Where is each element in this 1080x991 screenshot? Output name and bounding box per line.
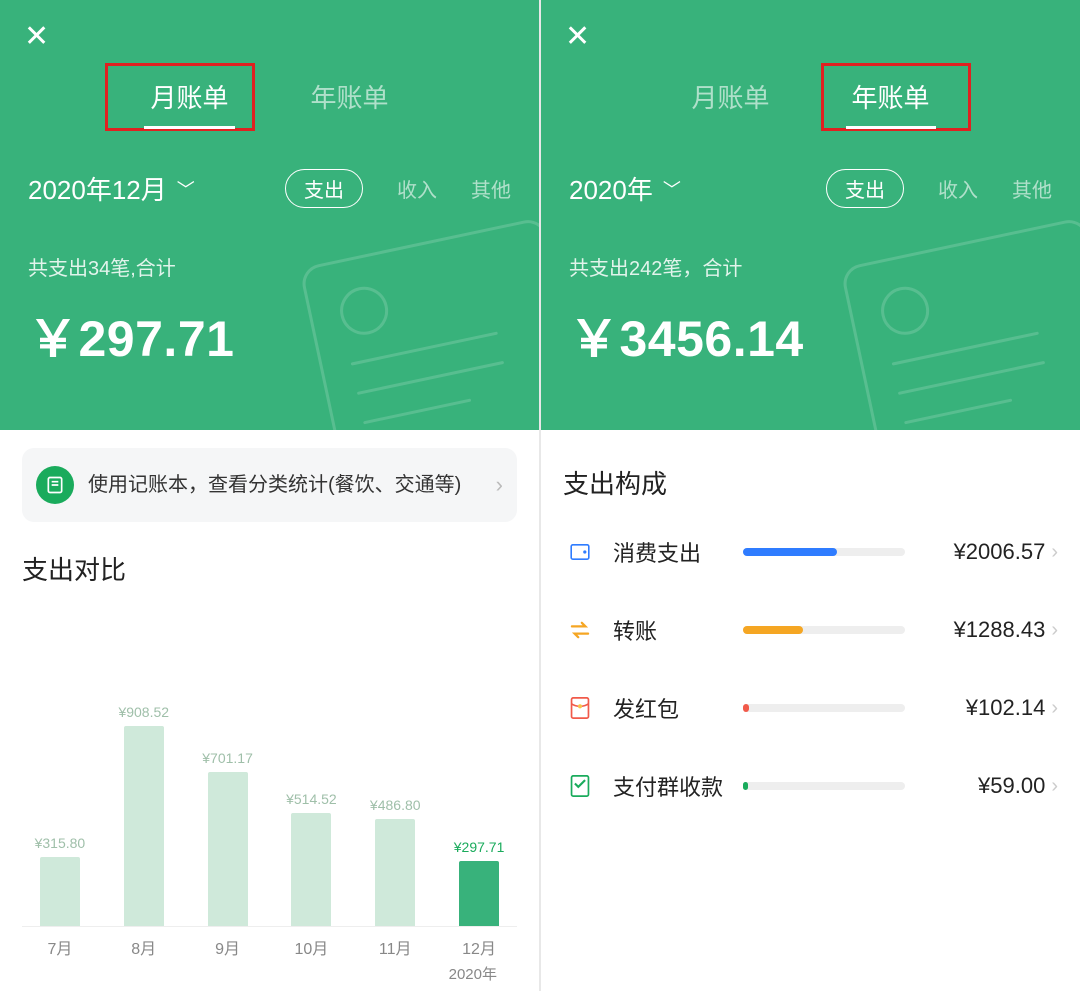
wallet-icon bbox=[563, 535, 597, 569]
bill-type-tabs: 月账单 年账单 bbox=[0, 0, 539, 129]
progress-track bbox=[743, 782, 905, 790]
bar-rect bbox=[124, 726, 164, 926]
expense-bar-chart: ¥315.80 ¥908.52 ¥701.17 ¥514.52 ¥486.80 ¥297.… bbox=[22, 627, 517, 927]
pill-expense[interactable]: 支出 bbox=[285, 169, 363, 208]
chart-bar[interactable]: ¥701.17 bbox=[198, 750, 258, 926]
composition-row[interactable]: 发红包 ¥102.14 › bbox=[563, 669, 1058, 747]
decorative-card-icon bbox=[319, 240, 539, 430]
pill-other[interactable]: 其他 bbox=[471, 174, 511, 203]
monthly-pane: ✕ 月账单 年账单 2020年12月 ﹀ 支出 收入 其他 共支出34笔,合计 bbox=[0, 0, 539, 991]
bill-type-tabs: 月账单 年账单 bbox=[541, 0, 1080, 129]
bar-value-label: ¥315.80 bbox=[35, 835, 86, 851]
axis-tick-label: 10月 bbox=[281, 935, 341, 959]
category-name: 转账 bbox=[613, 614, 723, 646]
progress-fill bbox=[743, 626, 803, 634]
chart-bar[interactable]: ¥297.71 bbox=[449, 839, 509, 926]
composition-row[interactable]: 支付群收款 ¥59.00 › bbox=[563, 747, 1058, 825]
axis-tick-label: 12月 bbox=[449, 935, 509, 959]
ledger-promo-banner[interactable]: 使用记账本，查看分类统计(餐饮、交通等) › bbox=[22, 448, 517, 522]
category-amount: ¥2006.57 bbox=[925, 539, 1045, 565]
bar-value-label: ¥297.71 bbox=[454, 839, 505, 855]
bar-value-label: ¥514.52 bbox=[286, 791, 337, 807]
tab-monthly[interactable]: 月账单 bbox=[144, 78, 234, 129]
chart-x-axis: 7月 8月 9月 10月 11月 12月 bbox=[22, 927, 517, 959]
category-amount: ¥1288.43 bbox=[925, 617, 1045, 643]
progress-track bbox=[743, 548, 905, 556]
progress-fill bbox=[743, 782, 748, 790]
chevron-right-icon: › bbox=[1051, 541, 1058, 564]
period-label: 2020年12月 bbox=[28, 170, 167, 207]
period-label: 2020年 bbox=[569, 170, 653, 207]
axis-tick-label: 11月 bbox=[365, 935, 425, 959]
category-name: 消费支出 bbox=[613, 536, 723, 568]
chevron-right-icon: › bbox=[496, 472, 503, 498]
bar-value-label: ¥486.80 bbox=[370, 797, 421, 813]
composition-list: 消费支出¥2006.57›转账¥1288.43›发红包¥102.14›支付群收款… bbox=[563, 513, 1058, 825]
category-name: 支付群收款 bbox=[613, 770, 723, 802]
composition-row[interactable]: 转账 ¥1288.43 › bbox=[563, 591, 1058, 669]
chart-bar[interactable]: ¥908.52 bbox=[114, 704, 174, 926]
chevron-down-icon: ﹀ bbox=[663, 176, 681, 202]
axis-tick-label: 8月 bbox=[114, 935, 174, 959]
chart-year-label: 2020年 bbox=[22, 963, 517, 984]
bar-value-label: ¥908.52 bbox=[118, 704, 169, 720]
close-icon[interactable]: ✕ bbox=[565, 22, 590, 52]
yearly-header: ✕ 月账单 年账单 2020年 ﹀ 支出 收入 其他 共支出242笔，合计 bbox=[541, 0, 1080, 430]
hongbao-icon bbox=[563, 691, 597, 725]
expense-composition-title: 支出构成 bbox=[563, 464, 1058, 501]
category-amount: ¥102.14 bbox=[925, 695, 1045, 721]
ledger-icon bbox=[36, 466, 74, 504]
progress-fill bbox=[743, 548, 837, 556]
progress-fill bbox=[743, 704, 749, 712]
bar-rect bbox=[291, 813, 331, 926]
promo-text: 使用记账本，查看分类统计(餐饮、交通等) bbox=[88, 471, 461, 499]
bar-rect bbox=[459, 861, 499, 926]
tab-yearly[interactable]: 年账单 bbox=[846, 78, 936, 129]
chart-bar[interactable]: ¥315.80 bbox=[30, 835, 90, 926]
progress-track bbox=[743, 704, 905, 712]
group-icon bbox=[563, 769, 597, 803]
close-icon[interactable]: ✕ bbox=[24, 22, 49, 52]
composition-row[interactable]: 消费支出 ¥2006.57 › bbox=[563, 513, 1058, 591]
tab-monthly[interactable]: 月账单 bbox=[685, 78, 775, 129]
bar-rect bbox=[40, 857, 80, 926]
bar-rect bbox=[375, 819, 415, 926]
axis-tick-label: 9月 bbox=[198, 935, 258, 959]
decorative-card-icon bbox=[860, 240, 1080, 430]
pill-expense[interactable]: 支出 bbox=[826, 169, 904, 208]
bar-rect bbox=[208, 772, 248, 926]
chevron-right-icon: › bbox=[1051, 697, 1058, 720]
period-selector[interactable]: 2020年12月 ﹀ bbox=[28, 170, 195, 207]
bar-value-label: ¥701.17 bbox=[202, 750, 253, 766]
transfer-icon bbox=[563, 613, 597, 647]
category-amount: ¥59.00 bbox=[925, 773, 1045, 799]
yearly-pane: ✕ 月账单 年账单 2020年 ﹀ 支出 收入 其他 共支出242笔，合计 bbox=[539, 0, 1080, 991]
monthly-header: ✕ 月账单 年账单 2020年12月 ﹀ 支出 收入 其他 共支出34笔,合计 bbox=[0, 0, 539, 430]
period-selector[interactable]: 2020年 ﹀ bbox=[569, 170, 681, 207]
tab-yearly[interactable]: 年账单 bbox=[305, 78, 395, 129]
chevron-right-icon: › bbox=[1051, 619, 1058, 642]
chevron-right-icon: › bbox=[1051, 775, 1058, 798]
axis-tick-label: 7月 bbox=[30, 935, 90, 959]
chart-bar[interactable]: ¥486.80 bbox=[365, 797, 425, 926]
pill-income[interactable]: 收入 bbox=[397, 174, 437, 203]
progress-track bbox=[743, 626, 905, 634]
pill-other[interactable]: 其他 bbox=[1012, 174, 1052, 203]
category-name: 发红包 bbox=[613, 692, 723, 724]
expense-compare-title: 支出对比 bbox=[22, 550, 517, 587]
chart-bar[interactable]: ¥514.52 bbox=[281, 791, 341, 926]
pill-income[interactable]: 收入 bbox=[938, 174, 978, 203]
chevron-down-icon: ﹀ bbox=[177, 176, 195, 202]
